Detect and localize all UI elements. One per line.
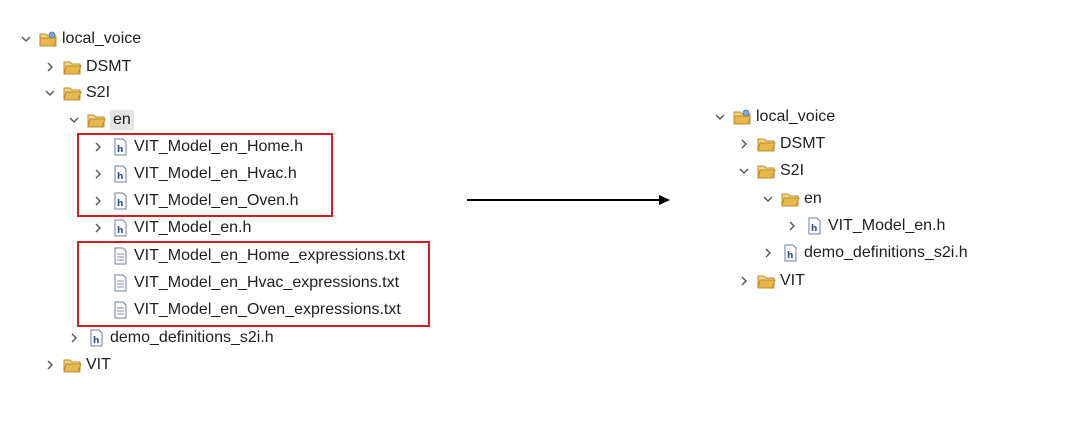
tree-item-label: VIT_Model_en.h: [828, 217, 946, 234]
chevron-down-icon[interactable]: [18, 31, 34, 47]
tree-item-label: VIT: [86, 356, 111, 373]
tree-item-s2i[interactable]: S2I: [736, 158, 804, 184]
svg-text:h: h: [811, 224, 817, 234]
folder-open-icon: [86, 111, 106, 129]
highlight-box-header-files: [77, 133, 333, 217]
svg-text:h: h: [117, 226, 123, 236]
folder-open-icon: [756, 162, 776, 180]
header-file-icon: h: [110, 219, 130, 237]
project-folder-icon: [38, 30, 58, 48]
tree-item-file[interactable]: h VIT_Model_en.h: [784, 213, 945, 239]
tree-item-label: S2I: [780, 162, 805, 179]
tree-item-label: DSMT: [86, 58, 132, 75]
svg-text:h: h: [787, 251, 793, 261]
chevron-right-icon[interactable]: [760, 245, 776, 261]
header-file-icon: h: [86, 329, 106, 347]
chevron-right-icon[interactable]: [42, 59, 58, 75]
tree-item-label: en: [804, 190, 822, 207]
folder-open-icon: [62, 84, 82, 102]
folder-open-icon: [780, 190, 800, 208]
chevron-down-icon[interactable]: [712, 109, 728, 125]
tree-item-local-voice[interactable]: local_voice: [18, 26, 141, 52]
tree-item-label: VIT_Model_en.h: [134, 219, 252, 236]
tree-item-vit[interactable]: VIT: [42, 352, 111, 378]
tree-item-label: demo_definitions_s2i.h: [110, 329, 274, 346]
project-folder-icon: [732, 108, 752, 126]
tree-item-label: demo_definitions_s2i.h: [804, 244, 968, 261]
highlight-box-expression-files: [77, 241, 430, 327]
chevron-down-icon[interactable]: [42, 85, 58, 101]
chevron-down-icon[interactable]: [66, 112, 82, 128]
chevron-right-icon[interactable]: [42, 357, 58, 373]
folder-open-icon: [756, 135, 776, 153]
tree-item-dsmt[interactable]: DSMT: [736, 131, 825, 157]
tree-item-label: S2I: [86, 84, 111, 101]
tree-item-dsmt[interactable]: DSMT: [42, 54, 131, 80]
tree-item-local-voice[interactable]: local_voice: [712, 104, 835, 130]
chevron-right-icon[interactable]: [736, 273, 752, 289]
chevron-right-icon[interactable]: [90, 220, 106, 236]
svg-text:h: h: [93, 336, 99, 346]
tree-item-file[interactable]: h VIT_Model_en.h: [90, 215, 251, 241]
tree-item-label: local_voice: [62, 30, 142, 47]
tree-item-label: local_voice: [756, 108, 836, 125]
tree-item-en[interactable]: en: [760, 186, 822, 212]
tree-item-s2i[interactable]: S2I: [42, 80, 110, 106]
tree-item-label: VIT: [780, 272, 805, 289]
folder-open-icon: [756, 272, 776, 290]
tree-item-label: DSMT: [780, 135, 826, 152]
chevron-right-icon[interactable]: [736, 136, 752, 152]
chevron-down-icon[interactable]: [760, 191, 776, 207]
tree-item-vit[interactable]: VIT: [736, 268, 805, 294]
folder-open-icon: [62, 58, 82, 76]
tree-item-file[interactable]: h demo_definitions_s2i.h: [66, 325, 274, 351]
tree-item-en[interactable]: en: [66, 107, 134, 133]
chevron-down-icon[interactable]: [736, 163, 752, 179]
arrow-right-icon: [467, 195, 670, 205]
chevron-right-icon[interactable]: [66, 330, 82, 346]
tree-item-label: en: [110, 110, 134, 130]
tree-item-file[interactable]: h demo_definitions_s2i.h: [760, 240, 968, 266]
header-file-icon: h: [804, 217, 824, 235]
chevron-right-icon[interactable]: [784, 218, 800, 234]
header-file-icon: h: [780, 244, 800, 262]
folder-open-icon: [62, 356, 82, 374]
